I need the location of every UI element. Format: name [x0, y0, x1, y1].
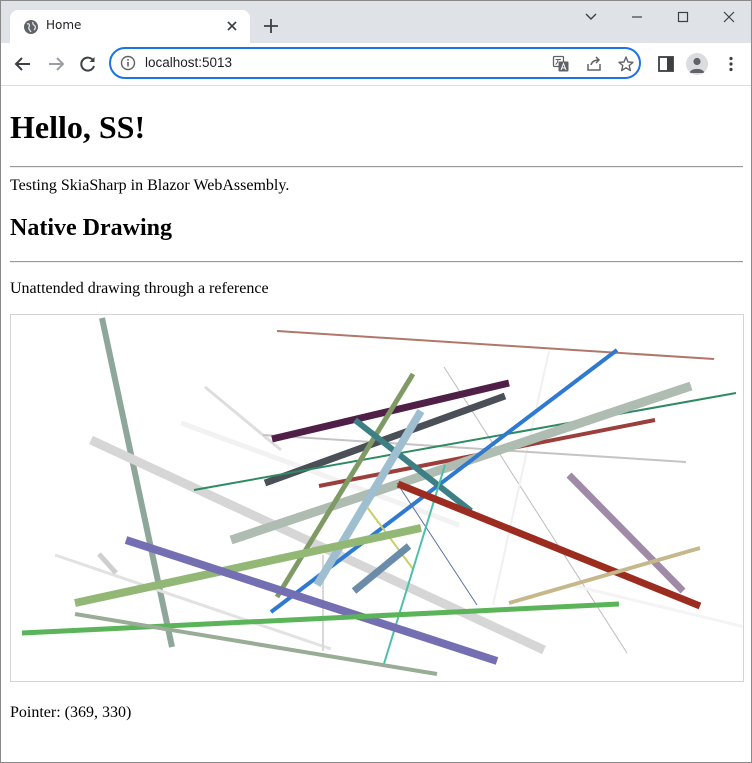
back-arrow-icon[interactable] — [13, 54, 33, 74]
drawing-surface — [21, 317, 743, 676]
star-icon[interactable] — [617, 55, 635, 73]
side-panel-icon[interactable] — [656, 54, 676, 74]
chevron-down-icon[interactable] — [581, 7, 601, 27]
share-icon[interactable] — [585, 55, 603, 73]
pointer-readout: Pointer: (369, 330) — [10, 704, 132, 721]
intro-text: Testing SkiaSharp in Blazor WebAssembly. — [10, 177, 290, 194]
reload-icon[interactable] — [78, 54, 98, 74]
site-info-icon[interactable] — [120, 55, 136, 71]
globe-icon — [24, 20, 38, 34]
drawn-line-1 — [276, 330, 715, 360]
section-title: Native Drawing — [10, 215, 172, 241]
minimize-icon[interactable] — [627, 7, 647, 27]
browser-toolbar: localhost:5013 — [1, 43, 751, 86]
divider — [10, 166, 743, 168]
tab-strip: Home — [1, 1, 751, 43]
drawn-line-3 — [492, 350, 550, 606]
close-window-icon[interactable] — [719, 7, 739, 27]
drawing-canvas[interactable] — [10, 314, 744, 682]
browser-window: Home localhost:5013 Hello, SS! Testing S… — [0, 0, 752, 763]
address-bar[interactable]: localhost:5013 — [109, 47, 641, 79]
profile-icon[interactable] — [686, 53, 708, 75]
forward-arrow-icon[interactable] — [46, 54, 66, 74]
new-tab-icon[interactable] — [262, 17, 280, 35]
section-text: Unattended drawing through a reference — [10, 280, 269, 297]
divider — [10, 261, 743, 263]
drawn-line-25 — [396, 480, 702, 610]
tab-title: Home — [46, 18, 82, 32]
translate-icon[interactable] — [552, 55, 570, 73]
maximize-icon[interactable] — [673, 7, 693, 27]
page-content: Hello, SS! Testing SkiaSharp in Blazor W… — [1, 86, 751, 762]
more-menu-icon[interactable] — [721, 54, 741, 74]
tab-home[interactable]: Home — [10, 10, 250, 43]
drawn-line-5 — [204, 385, 282, 452]
page-title: Hello, SS! — [10, 109, 146, 145]
close-tab-icon[interactable] — [224, 18, 240, 34]
address-url[interactable]: localhost:5013 — [145, 55, 232, 70]
